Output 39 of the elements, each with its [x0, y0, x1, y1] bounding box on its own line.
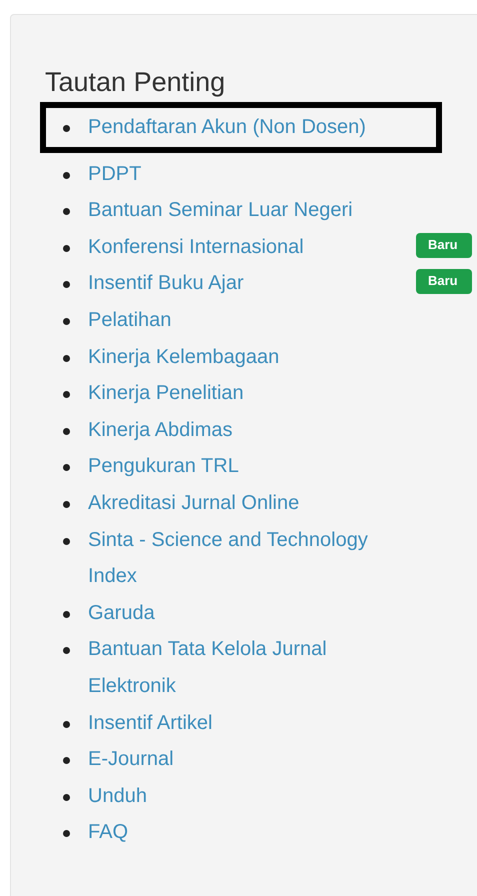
nav-link[interactable]: PDPT [88, 156, 406, 192]
bullet-icon [63, 172, 70, 179]
nav-link[interactable]: Konferensi Internasional [88, 228, 406, 266]
nav-link[interactable]: Pelatihan [88, 302, 406, 339]
nav-link[interactable]: Garuda [88, 594, 406, 632]
nav-link[interactable]: Akreditasi Jurnal Online [88, 484, 406, 522]
bullet-icon [63, 500, 70, 508]
nav-link[interactable]: Kinerja Penelitian [88, 375, 406, 412]
bullet-icon [63, 757, 70, 764]
nav-link[interactable]: Insentif Artikel [88, 704, 406, 742]
bullet-icon [63, 610, 70, 618]
nav-link[interactable]: E-Journal [88, 741, 406, 778]
nav-link[interactable]: Bantuan Seminar Luar Negeri [88, 192, 406, 229]
new-badge: Baru [416, 232, 472, 258]
nav-link[interactable]: FAQ [88, 814, 406, 851]
bullet-icon [63, 647, 70, 654]
bullet-icon [63, 318, 70, 325]
nav-link[interactable]: Pendaftaran Akun (Non Dosen) [88, 109, 406, 146]
bullet-icon [63, 354, 70, 362]
nav-link[interactable]: Kinerja Abdimas [88, 412, 406, 448]
panel-title: Tautan Penting [45, 66, 226, 99]
bullet-icon [63, 720, 70, 728]
bullet-icon [63, 428, 70, 435]
bullet-icon [63, 391, 70, 398]
bullet-icon [63, 208, 70, 216]
nav-link[interactable]: Bantuan Tata Kelola Jurnal Elektronik [88, 631, 406, 704]
bullet-icon [63, 794, 70, 801]
bullet-icon [63, 125, 70, 132]
bullet-icon [63, 281, 70, 288]
new-badge: Baru [416, 269, 472, 294]
bullet-icon [63, 538, 70, 545]
bullet-icon [63, 830, 70, 838]
nav-link[interactable]: Pengukuran TRL [88, 448, 406, 485]
bullet-icon [63, 464, 70, 472]
nav-link[interactable]: Insentif Buku Ajar [88, 265, 406, 302]
bullet-icon [63, 244, 70, 252]
nav-link[interactable]: Unduh [88, 778, 406, 814]
nav-link[interactable]: Kinerja Kelembagaan [88, 338, 406, 376]
nav-link[interactable]: Sinta - Science and Technology Index [88, 522, 406, 595]
